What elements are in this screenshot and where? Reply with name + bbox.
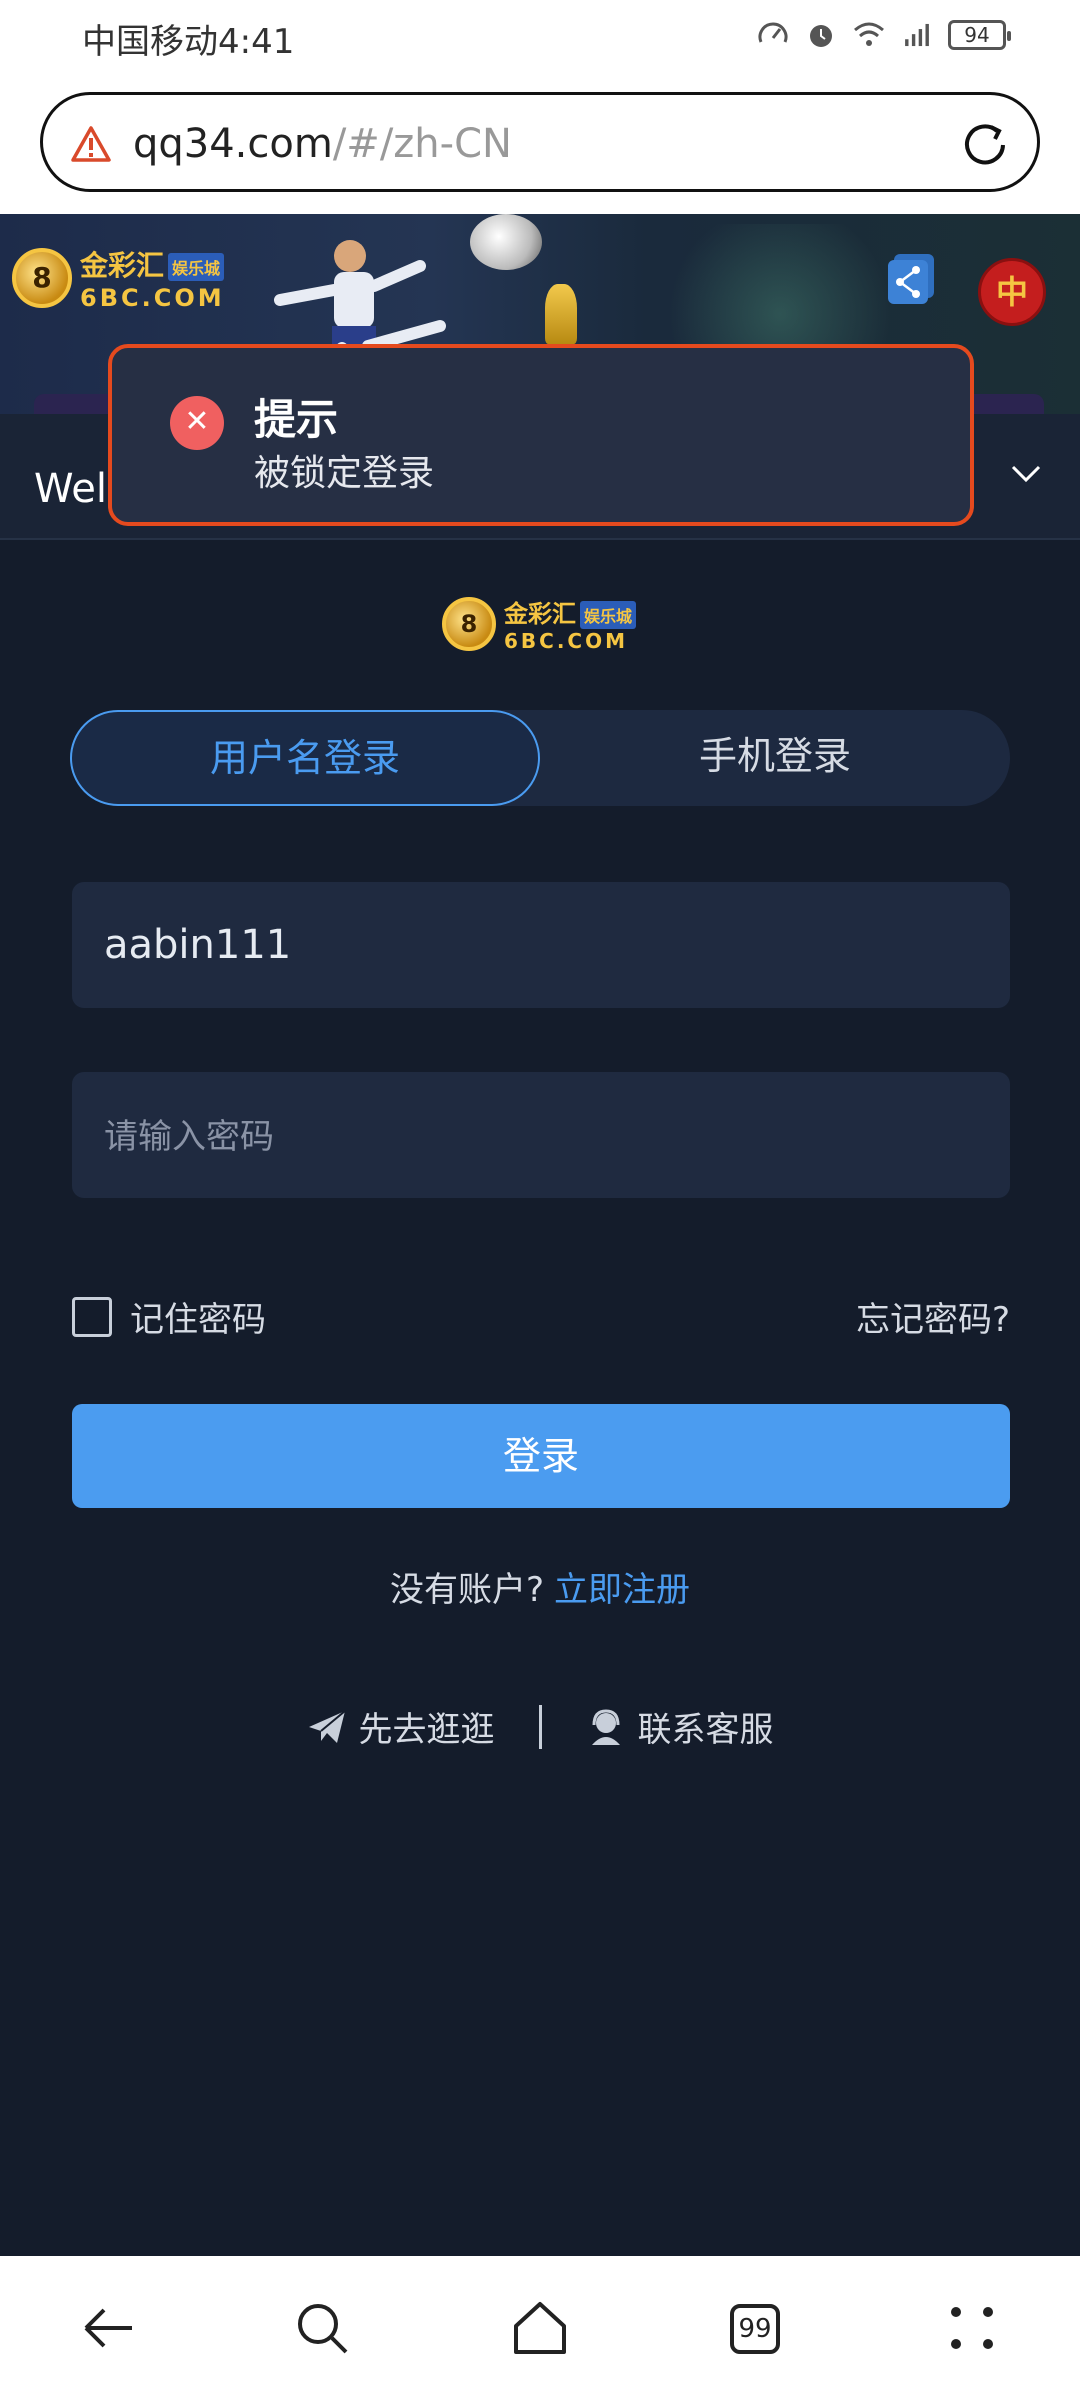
logo-coin-icon: 8 bbox=[12, 248, 72, 308]
url-host: qq34.com bbox=[133, 121, 333, 167]
no-account-text: 没有账户? bbox=[389, 1570, 545, 1610]
speed-icon bbox=[758, 22, 788, 43]
customer-service-icon bbox=[591, 1708, 620, 1745]
register-link[interactable]: 立即注册 bbox=[554, 1570, 690, 1610]
contact-support-label: 联系客服 bbox=[637, 1710, 774, 1750]
contact-support-link[interactable]: 联系客服 bbox=[586, 1702, 774, 1751]
more-menu-icon[interactable] bbox=[940, 2296, 1004, 2360]
reload-icon[interactable] bbox=[959, 119, 1011, 171]
logo-cn: 金彩汇 娱乐城 bbox=[504, 594, 637, 629]
share-icon[interactable] bbox=[884, 250, 940, 306]
login-button[interactable]: 登录 bbox=[72, 1404, 1010, 1508]
carrier-time: 中国移动4:41 bbox=[82, 22, 295, 62]
url-text[interactable]: qq34.com/#/zh-CN bbox=[133, 121, 512, 167]
error-icon: ✕ bbox=[170, 396, 224, 450]
browser-toolbar: qq34.com/#/zh-CN bbox=[0, 78, 1080, 214]
home-icon[interactable] bbox=[508, 2296, 572, 2360]
toast-title: 提示 bbox=[254, 395, 339, 444]
login-logo: 8 金彩汇 娱乐城 6BC.COM bbox=[442, 594, 637, 653]
tabs-count-button[interactable]: 99 bbox=[730, 2304, 780, 2354]
battery-indicator: 94 bbox=[948, 20, 1011, 50]
logo-en: 6BC.COM bbox=[504, 629, 629, 653]
logo-en: 6BC.COM bbox=[80, 284, 225, 312]
password-field[interactable] bbox=[72, 1072, 1010, 1198]
soccer-ball-illustration bbox=[470, 214, 542, 270]
remember-checkbox[interactable] bbox=[72, 1296, 112, 1337]
logo-cn: 金彩汇 娱乐城 bbox=[80, 244, 225, 284]
logo-tag: 娱乐城 bbox=[168, 253, 225, 281]
password-input[interactable] bbox=[72, 1072, 1010, 1198]
login-panel: 8 金彩汇娱乐城 6BC.COM 用户名登录 手机登录 记住密码 忘记密码? 登… bbox=[0, 540, 1080, 2256]
search-icon[interactable] bbox=[290, 2296, 354, 2360]
brand-logo[interactable]: 8 金彩汇 娱乐城 6BC.COM bbox=[12, 244, 225, 312]
footer-divider bbox=[538, 1704, 542, 1749]
register-prompt: 没有账户? 立即注册 bbox=[0, 1562, 1080, 1611]
browse-first-link[interactable]: 先去逛逛 bbox=[307, 1702, 495, 1751]
logo-coin-icon: 8 bbox=[442, 596, 496, 651]
address-bar[interactable]: qq34.com/#/zh-CN bbox=[40, 92, 1040, 192]
logo-text: 金彩汇 娱乐城 6BC.COM bbox=[80, 244, 225, 312]
url-path: /#/zh-CN bbox=[332, 121, 512, 167]
error-toast: ✕ 提示 被锁定登录 bbox=[108, 344, 974, 526]
username-field[interactable] bbox=[72, 882, 1010, 1008]
remember-label: 记住密码 bbox=[130, 1300, 266, 1340]
status-bar: 中国移动4:41 94 bbox=[0, 0, 1080, 78]
tab-phone-login[interactable]: 手机登录 bbox=[540, 710, 1010, 806]
toast-message: 被锁定登录 bbox=[254, 453, 435, 494]
logo-tag: 娱乐城 bbox=[580, 601, 637, 629]
wifi-icon bbox=[854, 22, 884, 46]
username-input[interactable] bbox=[72, 882, 1010, 1008]
trophy-illustration bbox=[545, 284, 577, 344]
language-button[interactable]: 中 bbox=[978, 258, 1046, 326]
chevron-down-icon[interactable] bbox=[1010, 464, 1042, 484]
paper-plane-icon bbox=[308, 1709, 346, 1743]
logo-text: 金彩汇 娱乐城 6BC.COM bbox=[504, 594, 637, 653]
warning-icon[interactable] bbox=[71, 125, 111, 163]
status-icons: 94 bbox=[756, 18, 1011, 52]
signal-icon bbox=[905, 23, 929, 47]
browser-nav-bar: 99 bbox=[0, 2256, 1080, 2400]
alarm-icon bbox=[810, 25, 832, 47]
browse-first-label: 先去逛逛 bbox=[358, 1710, 495, 1750]
footer-links: 先去逛逛 联系客服 bbox=[0, 1702, 1080, 1751]
forgot-password-link[interactable]: 忘记密码? bbox=[856, 1292, 1010, 1341]
tab-username-login[interactable]: 用户名登录 bbox=[70, 710, 540, 806]
back-arrow-icon[interactable] bbox=[76, 2296, 140, 2360]
login-mode-tabs: 用户名登录 手机登录 bbox=[70, 710, 1010, 806]
remember-password[interactable]: 记住密码 bbox=[72, 1292, 266, 1341]
